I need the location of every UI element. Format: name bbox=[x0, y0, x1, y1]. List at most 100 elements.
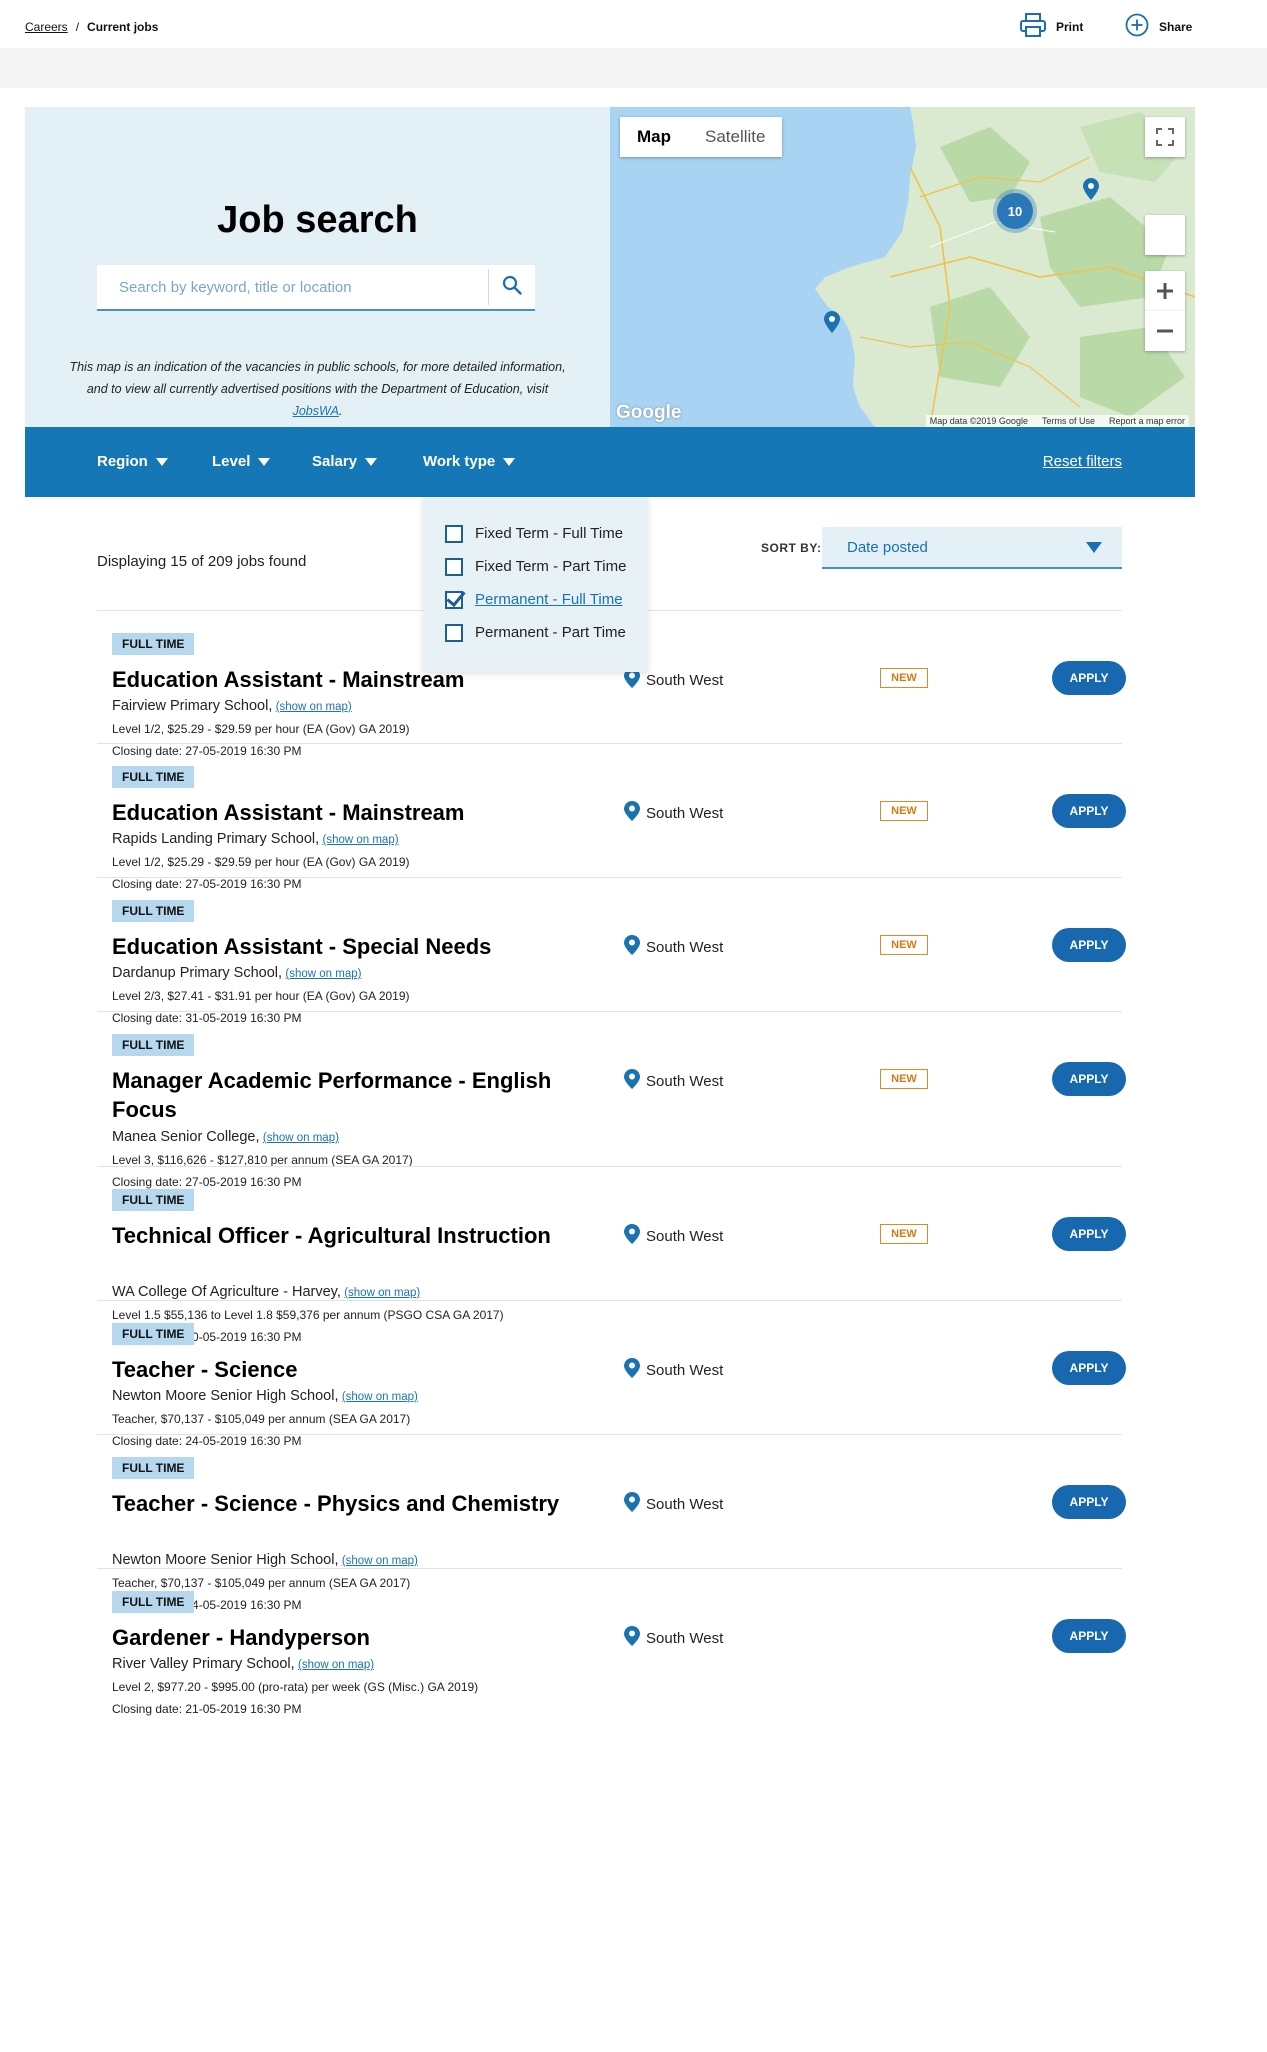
zoom-out-button[interactable] bbox=[1145, 311, 1185, 351]
job-location: South West bbox=[624, 1358, 723, 1382]
sort-select[interactable]: Date posted bbox=[822, 527, 1122, 569]
plus-circle-icon bbox=[1125, 13, 1149, 40]
map-pin-icon[interactable] bbox=[1083, 178, 1099, 205]
location-pin-icon bbox=[624, 1358, 640, 1382]
apply-button[interactable]: APPLY bbox=[1052, 1619, 1126, 1653]
work-type-dropdown: Fixed Term - Full Time Fixed Term - Part … bbox=[423, 497, 648, 672]
zoom-in-button[interactable] bbox=[1145, 271, 1185, 311]
satellite-tab[interactable]: Satellite bbox=[688, 117, 782, 157]
location-pin-icon bbox=[624, 1224, 640, 1248]
map-pin-icon[interactable] bbox=[824, 311, 840, 338]
show-on-map-link[interactable]: (show on map) bbox=[342, 1391, 418, 1403]
checkbox[interactable] bbox=[445, 524, 463, 543]
caret-down-icon bbox=[155, 457, 168, 466]
checkbox[interactable] bbox=[445, 557, 463, 576]
terms-link[interactable]: Terms of Use bbox=[1042, 416, 1095, 426]
location-label: South West bbox=[646, 1495, 724, 1513]
work-type-filter[interactable]: Work type bbox=[423, 453, 516, 470]
google-logo: Google bbox=[616, 402, 682, 423]
school-name: Rapids Landing Primary School, bbox=[112, 831, 320, 847]
level-filter[interactable]: Level bbox=[212, 453, 271, 470]
job-row: FULL TIME Manager Academic Performance - … bbox=[97, 1011, 1126, 1189]
location-pin-icon bbox=[624, 801, 640, 825]
school-name: Dardanup Primary School, bbox=[112, 965, 283, 981]
map-cluster-marker[interactable]: 10 bbox=[997, 193, 1033, 229]
job-title[interactable]: Manager Academic Performance - English F… bbox=[112, 1066, 582, 1124]
breadcrumb-careers-link[interactable]: Careers bbox=[25, 20, 68, 34]
salary-filter-label: Salary bbox=[312, 453, 358, 470]
job-title[interactable]: Technical Officer - Agricultural Instruc… bbox=[112, 1221, 582, 1250]
map-tab[interactable]: Map bbox=[620, 117, 688, 157]
job-details: River Valley Primary School, (show on ma… bbox=[112, 1653, 478, 1720]
breadcrumb: Careers / Current jobs bbox=[25, 20, 158, 34]
job-location: South West bbox=[624, 935, 723, 959]
fullscreen-icon bbox=[1156, 122, 1174, 153]
show-on-map-link[interactable]: (show on map) bbox=[322, 834, 398, 846]
new-badge: NEW bbox=[880, 1069, 928, 1089]
apply-button[interactable]: APPLY bbox=[1052, 1351, 1126, 1385]
job-title[interactable]: Teacher - Science - Physics and Chemistr… bbox=[112, 1489, 582, 1518]
page-title: Job search bbox=[217, 199, 418, 241]
search-button[interactable] bbox=[488, 269, 535, 305]
work-type-option[interactable]: Fixed Term - Part Time bbox=[423, 550, 648, 583]
job-location: South West bbox=[624, 1626, 723, 1650]
salary-filter[interactable]: Salary bbox=[312, 453, 378, 470]
fullscreen-button[interactable] bbox=[1145, 117, 1185, 157]
show-on-map-link[interactable]: (show on map) bbox=[344, 1287, 420, 1299]
location-pin-icon bbox=[624, 935, 640, 959]
work-type-option[interactable]: Fixed Term - Full Time bbox=[423, 517, 648, 550]
map-note-text: This map is an indication of the vacanci… bbox=[69, 360, 566, 396]
job-type-badge: FULL TIME bbox=[112, 900, 195, 922]
vacancy-map[interactable]: Map Satellite 10 Google Map data ©2019 G… bbox=[610, 107, 1195, 427]
apply-button[interactable]: APPLY bbox=[1052, 928, 1126, 962]
job-title[interactable]: Education Assistant - Mainstream bbox=[112, 798, 582, 827]
work-type-option[interactable]: Permanent - Full Time bbox=[423, 583, 648, 616]
minus-icon bbox=[1156, 316, 1174, 347]
region-filter[interactable]: Region bbox=[97, 453, 168, 470]
job-pay: Teacher, $70,137 - $105,049 per annum (S… bbox=[112, 1412, 411, 1426]
apply-button[interactable]: APPLY bbox=[1052, 1485, 1126, 1519]
reset-filters-link[interactable]: Reset filters bbox=[1043, 453, 1122, 470]
apply-button[interactable]: APPLY bbox=[1052, 661, 1126, 695]
share-button[interactable]: Share bbox=[1125, 13, 1192, 40]
apply-button[interactable]: APPLY bbox=[1052, 1062, 1126, 1096]
print-button[interactable]: Print bbox=[1020, 13, 1083, 40]
street-view-button[interactable] bbox=[1145, 215, 1185, 255]
search-input[interactable] bbox=[97, 265, 488, 309]
work-type-option-label: Fixed Term - Part Time bbox=[475, 558, 627, 575]
show-on-map-link[interactable]: (show on map) bbox=[285, 968, 361, 980]
job-title[interactable]: Teacher - Science bbox=[112, 1355, 582, 1384]
jobswa-link[interactable]: JobsWA bbox=[293, 404, 339, 418]
show-on-map-link[interactable]: (show on map) bbox=[342, 1555, 418, 1567]
apply-button[interactable]: APPLY bbox=[1052, 794, 1126, 828]
job-search-hero: Job search This map is an indication of … bbox=[25, 107, 1195, 427]
apply-button[interactable]: APPLY bbox=[1052, 1217, 1126, 1251]
job-type-badge: FULL TIME bbox=[112, 1591, 195, 1613]
checkbox[interactable] bbox=[445, 623, 463, 642]
location-pin-icon bbox=[624, 1626, 640, 1650]
plus-icon bbox=[1156, 276, 1174, 307]
share-label: Share bbox=[1159, 19, 1193, 34]
job-title[interactable]: Gardener - Handyperson bbox=[112, 1623, 582, 1652]
report-error-link[interactable]: Report a map error bbox=[1109, 416, 1185, 426]
job-type-badge: FULL TIME bbox=[112, 633, 195, 655]
map-attribution: Map data ©2019 Google Terms of Use Repor… bbox=[925, 415, 1189, 427]
job-row: FULL TIME Gardener - Handyperson River Val… bbox=[97, 1568, 1126, 1716]
new-badge: NEW bbox=[880, 668, 928, 688]
job-row: FULL TIME Teacher - Science Newton Moore S… bbox=[97, 1300, 1126, 1448]
checkbox[interactable] bbox=[445, 590, 463, 609]
location-label: South West bbox=[646, 1629, 724, 1647]
caret-down-icon bbox=[258, 457, 271, 466]
show-on-map-link[interactable]: (show on map) bbox=[276, 701, 352, 713]
show-on-map-link[interactable]: (show on map) bbox=[263, 1132, 339, 1144]
work-type-option[interactable]: Permanent - Part Time bbox=[423, 616, 648, 649]
show-on-map-link[interactable]: (show on map) bbox=[298, 1659, 374, 1671]
job-location: South West bbox=[624, 1492, 723, 1516]
job-row: FULL TIME Technical Officer - Agricultura… bbox=[97, 1166, 1126, 1344]
job-type-badge: FULL TIME bbox=[112, 1323, 195, 1345]
caret-down-icon bbox=[503, 457, 516, 466]
job-type-badge: FULL TIME bbox=[112, 766, 195, 788]
map-note-end: . bbox=[338, 404, 343, 418]
job-title[interactable]: Education Assistant - Special Needs bbox=[112, 932, 582, 961]
new-badge: NEW bbox=[880, 801, 928, 821]
